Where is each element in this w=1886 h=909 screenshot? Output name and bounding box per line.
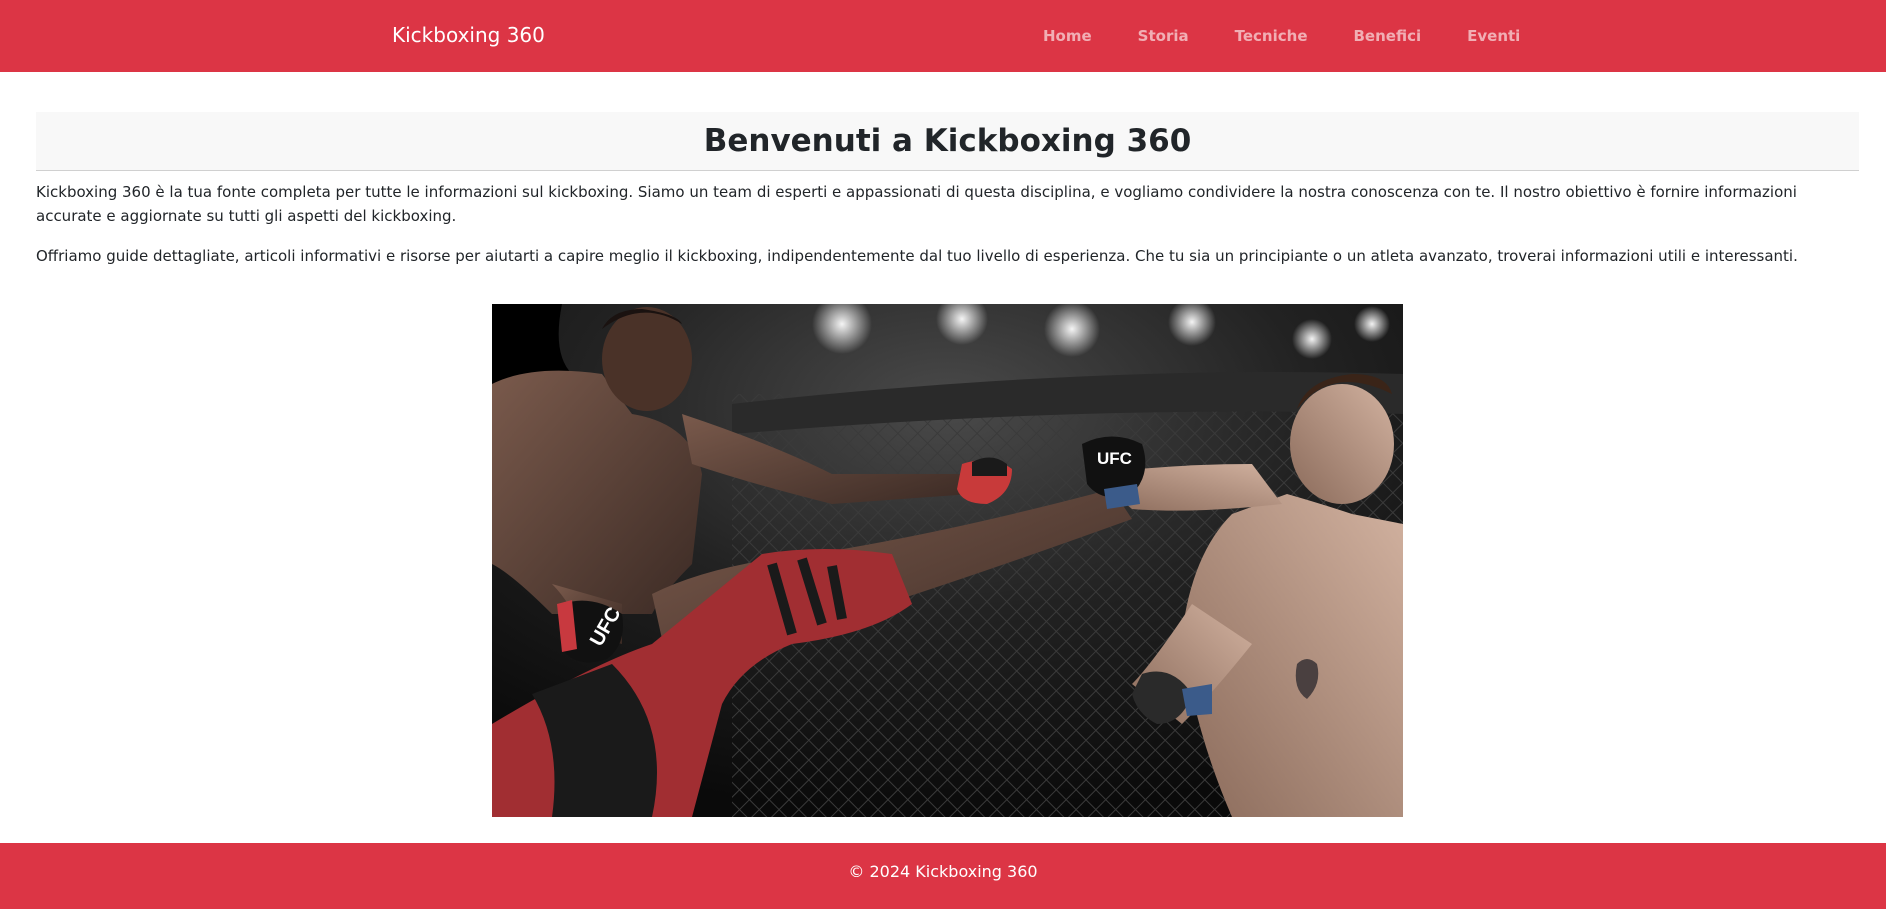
intro-paragraph: Offriamo guide dettagliate, articoli inf… [36, 247, 1798, 265]
navbar: Kickboxing 360 Home Storia Tecniche Bene… [0, 0, 1886, 72]
nav-link-tecniche[interactable]: Tecniche [1212, 2, 1331, 70]
intro-content: Kickboxing 360 è la tua fonte completa p… [36, 180, 1848, 284]
nav-link-home[interactable]: Home [1020, 2, 1115, 70]
nav-link-benefici[interactable]: Benefici [1331, 2, 1445, 70]
nav-link-eventi[interactable]: Eventi [1444, 2, 1543, 70]
nav-menu: Home Storia Tecniche Benefici Eventi [1020, 0, 1543, 72]
fight-illustration: UFC UFC [492, 304, 1403, 817]
nav-item-eventi: Eventi [1444, 2, 1543, 70]
nav-item-home: Home [1020, 2, 1115, 70]
hero-banner: Benvenuti a Kickboxing 360 [36, 112, 1859, 171]
nav-item-benefici: Benefici [1331, 2, 1445, 70]
page-title: Benvenuti a Kickboxing 360 [703, 123, 1192, 159]
nav-link-storia[interactable]: Storia [1115, 2, 1212, 70]
footer: © 2024 Kickboxing 360 [0, 843, 1886, 909]
brand-link[interactable]: Kickboxing 360 [392, 0, 545, 72]
glove-logo: UFC [1097, 449, 1132, 468]
nav-item-tecniche: Tecniche [1212, 2, 1331, 70]
kickboxing-photo: UFC UFC [492, 304, 1403, 817]
nav-item-storia: Storia [1115, 2, 1212, 70]
intro-paragraph: Kickboxing 360 è la tua fonte completa p… [36, 183, 1797, 225]
footer-copyright: © 2024 Kickboxing 360 [848, 862, 1038, 881]
